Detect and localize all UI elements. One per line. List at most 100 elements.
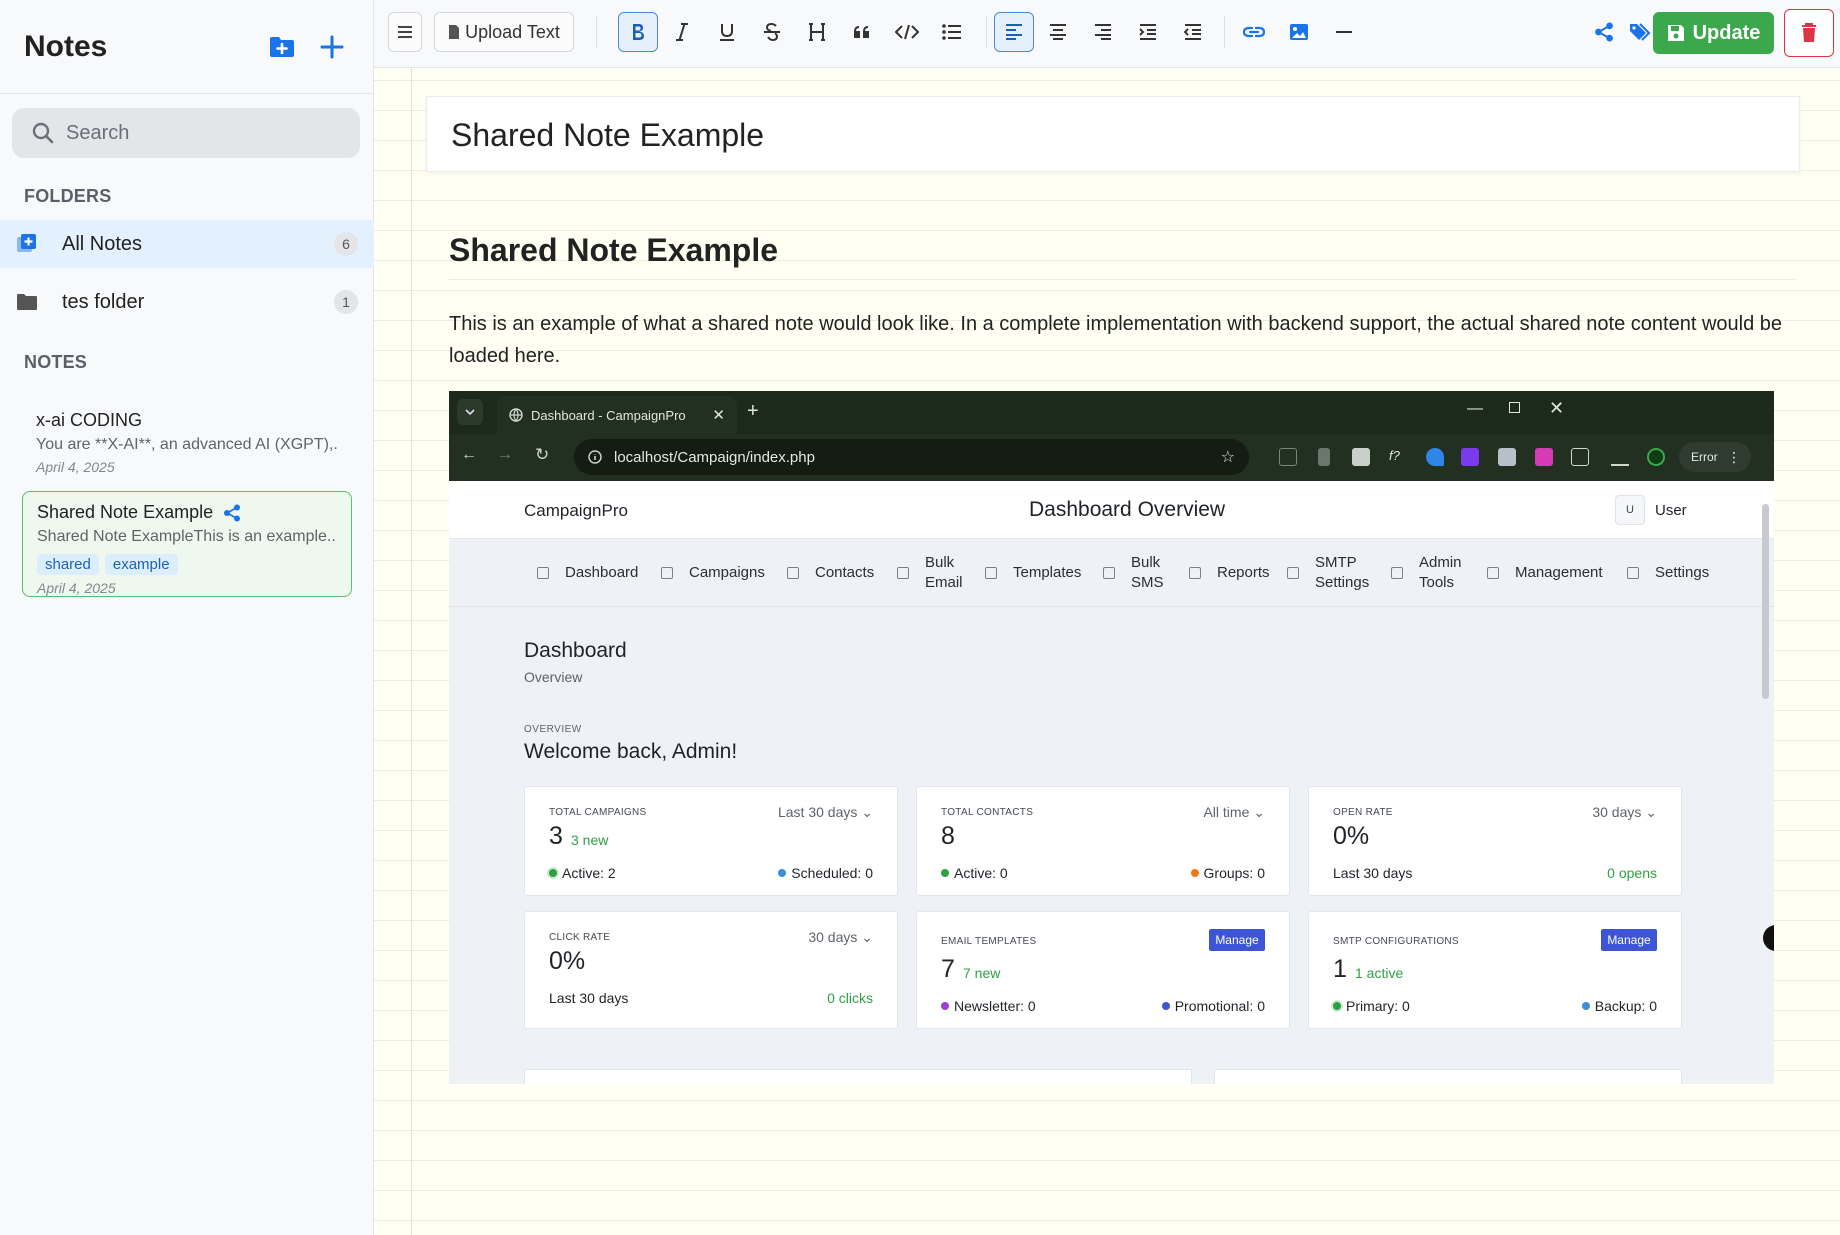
folder-all-notes[interactable]: All Notes 6	[0, 220, 374, 268]
heading-button[interactable]	[797, 12, 837, 52]
new-note-button[interactable]	[315, 30, 349, 64]
folder-count-badge: 6	[334, 232, 358, 256]
italic-icon	[676, 23, 688, 41]
tag-shared[interactable]: shared	[37, 554, 99, 575]
note-item-x-ai-coding[interactable]: x-ai CODING You are **X-AI**, an advance…	[22, 400, 352, 485]
bold-button[interactable]	[618, 12, 658, 52]
nav-item: Campaigns	[661, 563, 765, 583]
nav-label: SMS	[1131, 574, 1164, 591]
note-item-shared-note-example[interactable]: Shared Note Example Shared Note ExampleT…	[22, 491, 352, 597]
stat-card-open-rate: OPEN RATE 30 days ⌄ 0% Last 30 days 0 op…	[1308, 786, 1682, 896]
app-page-title: Dashboard Overview	[1029, 498, 1226, 521]
dashboard-panel	[1214, 1069, 1682, 1084]
tag-example[interactable]: example	[104, 554, 178, 575]
link-icon	[1243, 26, 1265, 38]
stat-label: EMAIL TEMPLATES	[941, 936, 1037, 947]
new-folder-button[interactable]	[265, 30, 299, 64]
status-dot	[1333, 1002, 1341, 1010]
editor-area: Shared Note Example This is an example o…	[374, 68, 1840, 1235]
upload-text-button[interactable]: Upload Text	[434, 12, 574, 52]
code-icon	[895, 24, 919, 40]
bookmark-star-icon: ☆	[1220, 449, 1235, 466]
content-heading[interactable]: Shared Note Example	[449, 232, 1795, 280]
update-label: Update	[1692, 21, 1761, 44]
stat-foot-right: 0 clicks	[827, 990, 873, 1006]
bullet-list-button[interactable]	[932, 12, 972, 52]
status-dot	[941, 869, 949, 877]
browser-tab-strip: Dashboard - CampaignPro ✕ + — ✕	[449, 391, 1774, 434]
underline-button[interactable]	[707, 12, 747, 52]
formula-extension-icon: f?	[1389, 448, 1400, 463]
manage-templates-button[interactable]: Manage	[1209, 929, 1265, 951]
indent-icon	[1139, 24, 1156, 40]
note-snippet: Shared Note ExampleThis is an example...	[37, 528, 337, 545]
tools-icon	[1391, 567, 1403, 579]
dashboard-title: Dashboard	[524, 639, 627, 662]
nav-label: Admin	[1419, 554, 1462, 571]
nav-item: Reports	[1189, 563, 1270, 583]
align-center-button[interactable]	[1038, 12, 1078, 52]
stat-range: 30 days ⌄	[808, 929, 873, 945]
strikethrough-button[interactable]	[752, 12, 792, 52]
menu-button[interactable]	[388, 12, 422, 52]
note-title-input[interactable]	[451, 115, 1751, 155]
stat-value: 7	[941, 955, 955, 983]
profile-avatar-icon	[1647, 448, 1665, 466]
status-dot	[1581, 1002, 1590, 1010]
code-button[interactable]	[887, 12, 927, 52]
update-button[interactable]: Update	[1653, 12, 1774, 54]
app-header: CampaignPro Dashboard Overview U User	[449, 481, 1774, 539]
horizontal-rule-button[interactable]	[1324, 12, 1364, 52]
stat-value: 3	[549, 822, 563, 850]
url-field: localhost/Campaign/index.php ☆	[574, 439, 1249, 475]
stat-new: 1 active	[1355, 965, 1404, 981]
embedded-screenshot[interactable]: Dashboard - CampaignPro ✕ + — ✕ ← → ↻ lo…	[449, 391, 1774, 1084]
search-input[interactable]	[66, 121, 336, 145]
stat-foot-left: Newsletter: 0	[954, 998, 1036, 1014]
reports-icon	[1189, 567, 1201, 579]
new-tab-icon: +	[747, 400, 759, 422]
forward-icon: →	[497, 446, 513, 463]
stat-label: TOTAL CONTACTS	[941, 807, 1034, 818]
extension-icon	[1318, 448, 1330, 466]
delete-button[interactable]	[1784, 9, 1834, 57]
content-paragraph[interactable]: This is an example of what a shared note…	[449, 308, 1795, 372]
nav-label: Settings	[1655, 564, 1710, 581]
folder-label: All Notes	[62, 232, 143, 255]
camera-extension-icon	[1352, 448, 1370, 466]
dashboard-subtitle: Overview	[524, 669, 583, 685]
user-chip: U User	[1615, 495, 1687, 525]
welcome-heading: Welcome back, Admin!	[524, 740, 738, 763]
strikethrough-icon	[764, 23, 780, 41]
outdent-button[interactable]	[1173, 12, 1213, 52]
share-button[interactable]	[1588, 12, 1620, 52]
image-button[interactable]	[1279, 12, 1319, 52]
dashboard-panel	[524, 1069, 1192, 1084]
media-icon	[1611, 448, 1629, 466]
nav-label: Reports	[1217, 564, 1270, 581]
browser-tab: Dashboard - CampaignPro ✕	[497, 396, 737, 434]
trash-icon	[1802, 23, 1816, 42]
link-button[interactable]	[1234, 12, 1274, 52]
nav-item: Management	[1487, 563, 1603, 583]
chevron-down-icon	[465, 409, 475, 415]
nav-label: Dashboard	[565, 564, 639, 581]
hamburger-icon	[398, 26, 412, 38]
stat-foot-right: 0 opens	[1607, 865, 1657, 881]
search-box[interactable]	[12, 108, 360, 158]
align-center-icon	[1050, 24, 1066, 40]
app-brand: CampaignPro	[524, 501, 628, 520]
stat-label: SMTP CONFIGURATIONS	[1333, 936, 1459, 947]
manage-smtp-button[interactable]: Manage	[1601, 929, 1657, 951]
align-left-button[interactable]	[994, 12, 1034, 52]
stat-foot-left: Primary: 0	[1346, 998, 1410, 1014]
italic-button[interactable]	[662, 12, 702, 52]
align-right-button[interactable]	[1083, 12, 1123, 52]
plus-icon	[320, 35, 344, 58]
indent-button[interactable]	[1128, 12, 1168, 52]
note-tags: shared example	[37, 554, 337, 575]
upload-text-label: Upload Text	[465, 21, 560, 42]
quote-button[interactable]	[842, 12, 882, 52]
folder-tes-folder[interactable]: tes folder 1	[0, 278, 374, 326]
smtp-icon	[1287, 567, 1299, 579]
